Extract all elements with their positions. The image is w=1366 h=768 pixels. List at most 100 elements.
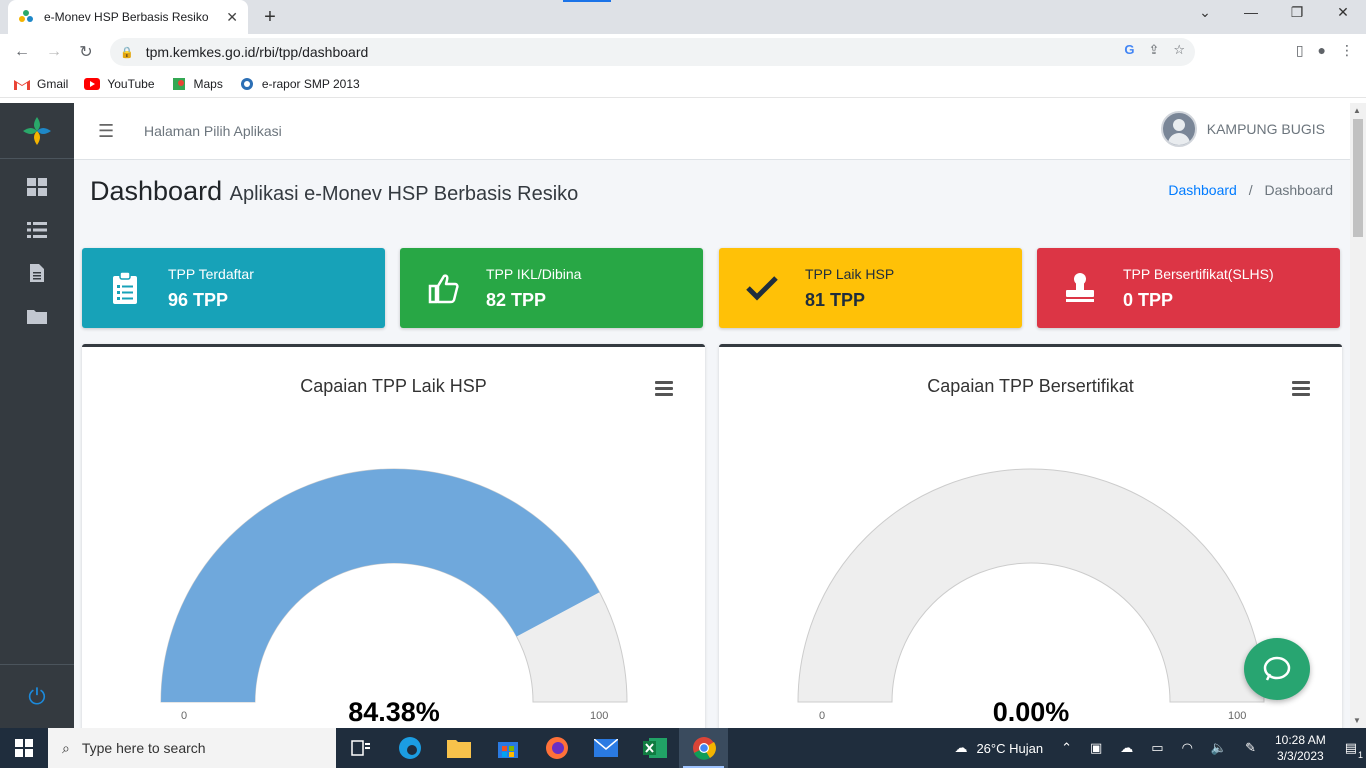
address-bar[interactable]: 🔒 tpm.kemkes.go.id/rbi/tpp/dashboard G ⇪… [110, 38, 1195, 66]
info-value: 81 TPP [805, 289, 866, 310]
info-label: TPP Terdaftar [168, 265, 254, 282]
battery-icon[interactable]: ▭ [1151, 740, 1163, 756]
onedrive-icon[interactable]: ☁ [1120, 740, 1133, 756]
wifi-icon[interactable]: ◠ [1182, 740, 1193, 756]
tab-search-icon[interactable]: ⌄ [1190, 4, 1220, 21]
lock-icon[interactable]: 🔒 [120, 46, 134, 59]
scroll-down-icon[interactable]: ▼ [1353, 716, 1361, 725]
reload-icon[interactable]: ↻ [70, 42, 102, 62]
clipboard-icon [82, 272, 168, 304]
gauge-min-label: 0 [819, 710, 826, 722]
bookmark-erapor[interactable]: e-rapor SMP 2013 [239, 77, 360, 91]
new-tab-button[interactable]: + [260, 6, 280, 29]
list-icon[interactable] [0, 208, 74, 251]
app-logo[interactable] [0, 103, 74, 159]
avatar [1160, 111, 1197, 147]
gauge-max-label: 100 [590, 710, 609, 722]
task-view-icon[interactable] [336, 728, 385, 768]
tab-accent [563, 0, 611, 2]
breadcrumb-current: Dashboard [1264, 182, 1334, 198]
chrome-icon[interactable] [679, 728, 728, 768]
close-tab-icon[interactable]: ✕ [226, 9, 238, 26]
scroll-thumb[interactable] [1353, 119, 1363, 237]
meet-now-icon[interactable]: ▣ [1090, 740, 1102, 756]
bookmark-gmail[interactable]: Gmail [14, 77, 68, 91]
user-menu[interactable]: KAMPUNG BUGIS [1160, 111, 1325, 147]
profile-icon[interactable]: ● [1318, 42, 1326, 59]
maps-icon [172, 77, 185, 90]
page-scrollbar[interactable]: ▲ ▼ [1350, 103, 1366, 728]
bookmark-youtube[interactable]: YouTube [84, 77, 155, 91]
volume-icon[interactable]: 🔈 [1211, 740, 1227, 756]
choose-app-link[interactable]: Halaman Pilih Aplikasi [144, 123, 282, 139]
info-box-terdaftar: TPP Terdaftar 96 TPP [82, 248, 385, 328]
chevron-up-icon[interactable]: ⌃ [1061, 740, 1072, 756]
gauge-min-label: 0 [181, 710, 188, 722]
notification-count: 1 [1357, 750, 1363, 760]
taskbar-search[interactable]: ⌕ Type here to search [48, 728, 336, 768]
dashboard-icon[interactable] [0, 165, 74, 208]
breadcrumb-home-link[interactable]: Dashboard [1168, 182, 1237, 198]
sidebar: ⏻ [0, 103, 74, 728]
chat-button[interactable] [1244, 638, 1310, 700]
chat-bubble-icon [1263, 656, 1291, 681]
weather-text[interactable]: 26°C Hujan [976, 741, 1043, 756]
check-icon [719, 275, 805, 301]
kemkes-logo-icon [23, 116, 51, 145]
stamp-icon [1037, 273, 1123, 303]
minimize-button[interactable]: — [1236, 4, 1266, 20]
logout-power-icon[interactable]: ⏻ [0, 664, 74, 728]
folder-icon[interactable] [0, 294, 74, 337]
google-icon[interactable]: G [1124, 42, 1134, 58]
tab-title: e-Monev HSP Berbasis Resiko [44, 10, 209, 24]
page-subtitle: Aplikasi e-Monev HSP Berbasis Resiko [229, 183, 579, 205]
info-value: 0 TPP [1123, 289, 1174, 310]
erapor-icon [240, 77, 253, 90]
file-explorer-icon[interactable] [434, 728, 483, 768]
thumbs-up-icon [400, 272, 486, 304]
back-icon[interactable]: ← [6, 43, 38, 61]
info-box-dibina: TPP IKL/Dibina 82 TPP [400, 248, 703, 328]
info-value: 96 TPP [168, 289, 229, 310]
notifications-icon[interactable]: ▤ 1 [1345, 740, 1363, 760]
pen-icon[interactable]: ✎ [1245, 740, 1256, 756]
mail-icon[interactable] [581, 728, 630, 768]
chart-menu-icon[interactable] [655, 381, 673, 399]
close-window-button[interactable]: ✕ [1328, 4, 1358, 21]
start-button[interactable] [0, 728, 48, 768]
page-title: Dashboard Aplikasi e-Monev HSP Berbasis … [90, 176, 579, 206]
youtube-icon [84, 77, 101, 90]
side-panel-icon[interactable]: ▯ [1296, 42, 1304, 59]
edge-icon[interactable] [385, 728, 434, 768]
system-tray: ☁ 26°C Hujan ⌃ ▣ ☁ ▭ ◠ 🔈 ✎ 10:28 AM 3/3/… [945, 728, 1366, 768]
gauge-value-label: 0.00% [992, 697, 1070, 727]
username: KAMPUNG BUGIS [1206, 121, 1325, 137]
chart-menu-icon[interactable] [1292, 381, 1310, 399]
firefox-icon[interactable] [532, 728, 581, 768]
info-label: TPP Bersertifikat(SLHS) [1123, 265, 1274, 282]
browser-menu-icon[interactable]: ⋮ [1340, 42, 1354, 59]
clock[interactable]: 10:28 AM 3/3/2023 [1275, 732, 1326, 764]
bookmark-maps[interactable]: Maps [171, 77, 223, 91]
document-icon[interactable] [0, 251, 74, 294]
gauge-value-label: 84.38% [348, 697, 440, 727]
weather-icon[interactable]: ☁ [954, 740, 967, 756]
restore-button[interactable]: ❐ [1282, 4, 1312, 21]
chart-title: Capaian TPP Bersertifikat [927, 376, 1134, 396]
windows-taskbar: ⌕ Type here to search ☁ 26°C Hujan ⌃ ▣ ☁… [0, 728, 1366, 768]
search-placeholder: Type here to search [81, 740, 206, 756]
hamburger-menu-icon[interactable]: ☰ [98, 121, 114, 142]
info-label: TPP IKL/Dibina [486, 265, 582, 282]
browser-tab[interactable]: e-Monev HSP Berbasis Resiko ✕ [8, 0, 248, 34]
search-icon: ⌕ [62, 739, 70, 756]
store-icon[interactable] [483, 728, 532, 768]
forward-icon[interactable]: → [38, 43, 70, 61]
chart-title: Capaian TPP Laik HSP [300, 376, 487, 396]
browser-toolbar: ← → ↻ 🔒 tpm.kemkes.go.id/rbi/tpp/dashboa… [0, 34, 1366, 70]
bookmark-star-icon[interactable]: ☆ [1173, 42, 1185, 58]
excel-icon[interactable] [630, 728, 679, 768]
share-icon[interactable]: ⇪ [1148, 42, 1159, 58]
scroll-up-icon[interactable]: ▲ [1353, 106, 1361, 115]
main-content: Dashboard Aplikasi e-Monev HSP Berbasis … [74, 160, 1350, 728]
breadcrumb: Dashboard / Dashboard [1168, 182, 1333, 198]
